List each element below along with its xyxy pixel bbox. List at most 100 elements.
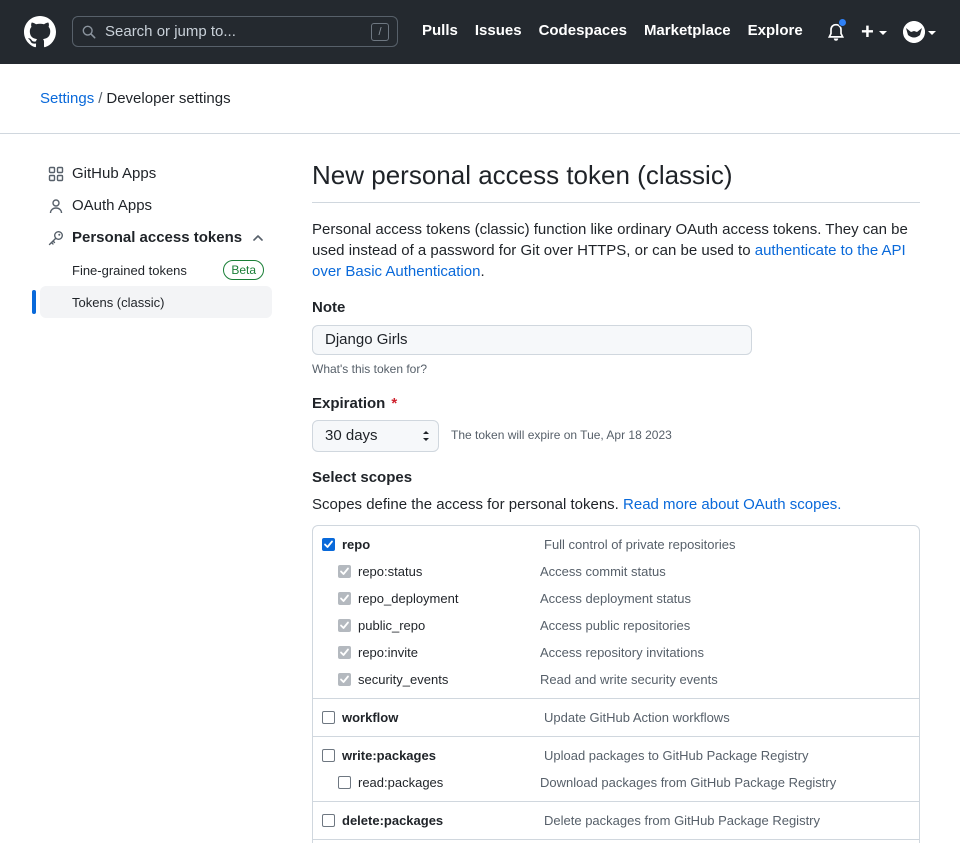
sidebar-item-fine-grained-tokens[interactable]: Fine-grained tokens Beta [40, 254, 272, 286]
apps-icon [48, 166, 64, 182]
scope-row: public_repo Access public repositories [313, 612, 919, 639]
sidebar-item-label: Fine-grained tokens [72, 263, 187, 278]
sidebar-item-tokens-classic[interactable]: Tokens (classic) [40, 286, 272, 318]
scope-name: read:packages [358, 775, 444, 790]
sidebar-item-oauth-apps[interactable]: OAuth Apps [40, 190, 272, 222]
key-icon [48, 231, 63, 246]
nav-codespaces[interactable]: Codespaces [539, 22, 627, 39]
check-icon [340, 594, 349, 602]
scope-group-repo: repo Full control of private repositorie… [313, 526, 919, 699]
scope-row: repo Full control of private repositorie… [313, 531, 919, 558]
note-hint: What's this token for? [312, 362, 428, 376]
scope-name: public_repo [358, 618, 426, 633]
nav-marketplace[interactable]: Marketplace [644, 22, 731, 39]
scopes-description: Scopes define the access for personal to… [312, 496, 841, 513]
nav-explore[interactable]: Explore [748, 22, 803, 39]
check-icon [340, 675, 349, 683]
active-indicator [32, 290, 36, 314]
avatar[interactable] [903, 21, 925, 43]
repo-checkbox[interactable] [322, 538, 335, 551]
scopes-desc-text: Scopes define the access for personal to… [312, 496, 624, 513]
repo-status-checkbox[interactable] [338, 565, 351, 578]
chevron-down-icon[interactable] [928, 31, 936, 35]
select-arrows-icon [423, 431, 429, 441]
expiration-select[interactable]: 30 days [312, 420, 439, 452]
scopes-table: repo Full control of private repositorie… [312, 525, 920, 843]
beta-badge: Beta [223, 260, 264, 280]
scopes-label: Select scopes [312, 469, 413, 486]
person-icon [49, 199, 63, 214]
scope-description: Download packages from GitHub Package Re… [540, 775, 837, 790]
scope-description: Access deployment status [540, 591, 692, 606]
expiration-note: The token will expire on Tue, Apr 18 202… [451, 428, 672, 442]
chevron-up-icon[interactable] [252, 232, 264, 244]
check-icon [324, 540, 333, 548]
scope-group-write-packages: write:packages Upload packages to GitHub… [313, 737, 919, 802]
scope-name: repo:invite [358, 645, 418, 660]
expiration-label: Expiration * [312, 395, 397, 412]
required-marker: * [391, 395, 398, 412]
divider [312, 202, 920, 203]
global-header: Search or jump to... / Pulls Issues Code… [0, 0, 960, 64]
scope-group-workflow: workflow Update GitHub Action workflows [313, 699, 919, 737]
read-packages-checkbox[interactable] [338, 776, 351, 789]
scope-row: write:packages Upload packages to GitHub… [313, 742, 919, 769]
scope-row: read:packages Download packages from Git… [313, 769, 919, 796]
nav-issues[interactable]: Issues [475, 22, 522, 39]
scope-description: Read and write security events [540, 672, 718, 687]
scope-description: Delete packages from GitHub Package Regi… [544, 813, 821, 828]
breadcrumb: Settings / Developer settings [40, 90, 231, 107]
scope-name: repo:status [358, 564, 423, 579]
scope-row: repo:invite Access repository invitation… [313, 639, 919, 666]
create-new-button[interactable]: + [861, 21, 874, 43]
sidebar-item-label: GitHub Apps [72, 165, 157, 182]
chevron-down-icon[interactable] [879, 31, 887, 35]
search-placeholder: Search or jump to... [105, 23, 236, 40]
check-icon [340, 648, 349, 656]
scope-name: security_events [358, 672, 449, 687]
sidebar-item-label: Personal access tokens [72, 229, 243, 246]
sidebar-item-personal-access-tokens[interactable]: Personal access tokens [40, 222, 272, 254]
repo-invite-checkbox[interactable] [338, 646, 351, 659]
search-shortcut-key: / [371, 23, 389, 41]
note-field[interactable]: Django Girls [312, 325, 752, 355]
scope-name: repo_deployment [358, 591, 459, 606]
scope-row: workflow Update GitHub Action workflows [313, 704, 919, 731]
scope-name: delete:packages [342, 813, 444, 828]
scope-description: Update GitHub Action workflows [544, 710, 730, 725]
write-packages-checkbox[interactable] [322, 749, 335, 762]
check-icon [340, 621, 349, 629]
scope-name: workflow [342, 710, 399, 725]
scope-row: security_events Read and write security … [313, 666, 919, 693]
expiration-value: 30 days [325, 427, 378, 444]
expiration-label-text: Expiration [312, 395, 386, 412]
github-logo-icon[interactable] [24, 16, 56, 48]
scope-group-delete-packages: delete:packages Delete packages from Git… [313, 802, 919, 840]
search-input[interactable]: Search or jump to... / [72, 16, 398, 47]
breadcrumb-bar: Settings / Developer settings [0, 64, 960, 134]
security-events-checkbox[interactable] [338, 673, 351, 686]
scope-name: repo [342, 537, 371, 552]
breadcrumb-settings-link[interactable]: Settings [40, 90, 94, 107]
avatar-face-icon [903, 21, 925, 43]
nav-pulls[interactable]: Pulls [422, 22, 458, 39]
scope-row: delete:packages Delete packages from Git… [313, 807, 919, 834]
page-title: New personal access token (classic) [312, 160, 733, 190]
public-repo-checkbox[interactable] [338, 619, 351, 632]
sidebar-item-github-apps[interactable]: GitHub Apps [40, 158, 272, 190]
sidebar-item-label: Tokens (classic) [72, 295, 165, 310]
search-icon [82, 25, 96, 39]
repo-deployment-checkbox[interactable] [338, 592, 351, 605]
oauth-scopes-link[interactable]: Read more about OAuth scopes. [623, 496, 841, 513]
note-label: Note [312, 299, 346, 316]
global-nav: Pulls Issues Codespaces Marketplace Expl… [422, 22, 803, 39]
intro-end: . [480, 263, 485, 280]
notification-indicator [838, 18, 847, 27]
workflow-checkbox[interactable] [322, 711, 335, 724]
delete-packages-checkbox[interactable] [322, 814, 335, 827]
scope-description: Upload packages to GitHub Package Regist… [544, 748, 809, 763]
breadcrumb-current: Developer settings [106, 90, 231, 107]
scope-description: Access repository invitations [540, 645, 705, 660]
check-icon [340, 567, 349, 575]
sidebar-item-label: OAuth Apps [72, 197, 153, 214]
